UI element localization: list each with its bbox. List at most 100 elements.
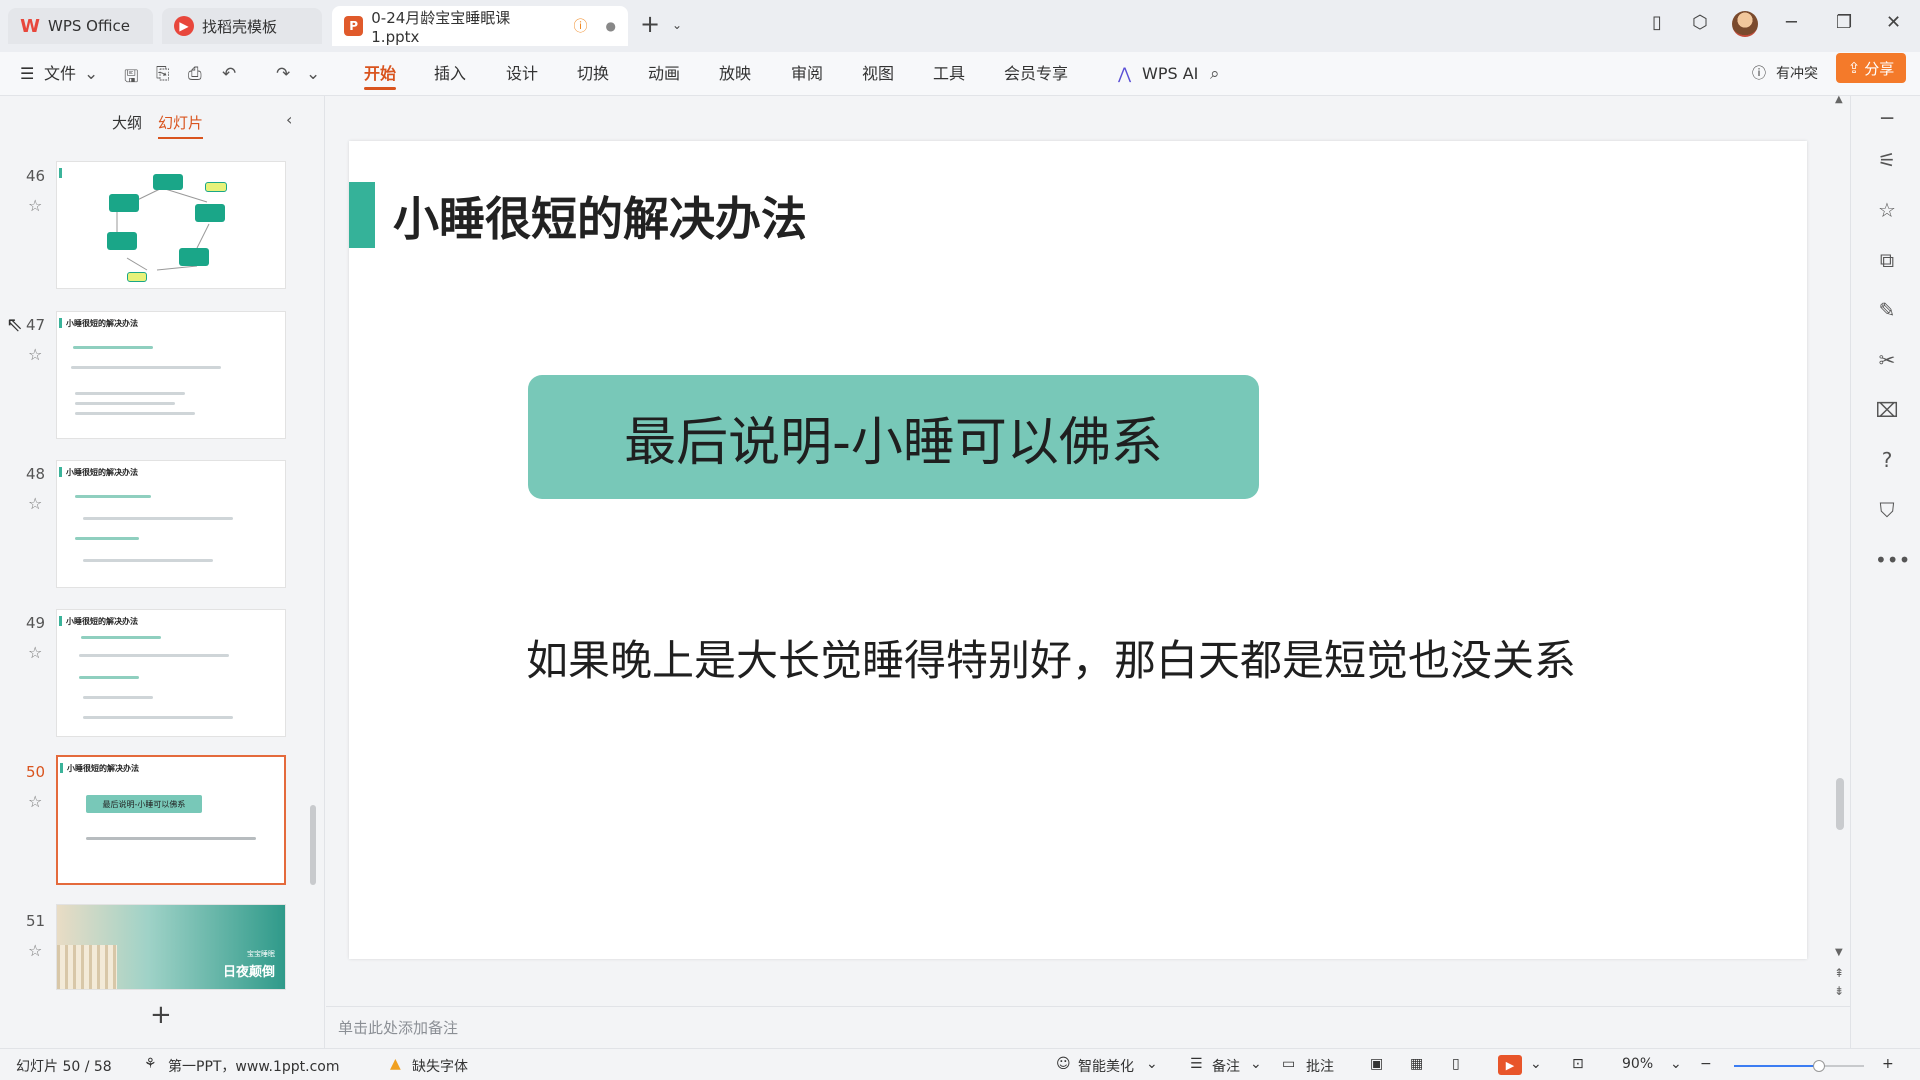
grid-view-icon[interactable]: ▦ — [1410, 1056, 1423, 1072]
panel-scrollbar[interactable] — [310, 805, 316, 885]
normal-view-icon[interactable]: ▣ — [1370, 1056, 1383, 1072]
tools-icon[interactable]: ✂ — [1875, 348, 1899, 372]
star-icon[interactable]: ☆ — [28, 345, 42, 364]
star-icon[interactable]: ☆ — [28, 494, 42, 513]
slide-thumbnail-50[interactable]: 小睡很短的解决办法 最后说明-小睡可以佛系 — [56, 755, 286, 885]
tab-document[interactable]: P 0-24月龄宝宝睡眠课1.pptx ⓘ ● — [332, 6, 628, 46]
slide-thumbnail-51[interactable]: 宝宝睡眠 日夜颠倒 — [56, 904, 286, 990]
comments-button[interactable]: 批注 — [1306, 1056, 1334, 1076]
chevron-down-icon[interactable]: ⌄ — [1146, 1056, 1158, 1072]
chevron-down-icon[interactable]: ⌄ — [672, 18, 682, 32]
tab-design[interactable]: 设计 — [506, 52, 538, 96]
scroll-down-icon[interactable]: ▼ — [1835, 947, 1843, 958]
notes-toggle-button[interactable]: 备注 — [1212, 1056, 1240, 1076]
thumb-title: 小睡很短的解决办法 — [66, 468, 138, 477]
shirt-icon[interactable]: ⛉ — [1875, 498, 1899, 522]
avatar[interactable] — [1732, 11, 1758, 37]
cube-icon[interactable]: ⬡ — [1692, 12, 1708, 33]
zoom-out-icon[interactable]: − — [1700, 1056, 1712, 1072]
design-icon[interactable]: ✎ — [1875, 298, 1899, 322]
file-menu[interactable]: 文件 — [44, 52, 76, 96]
conflict-label[interactable]: 有冲突 — [1776, 52, 1818, 96]
minimize-button[interactable]: ─ — [1786, 12, 1797, 33]
copy-icon[interactable]: ⧉ — [1875, 248, 1899, 272]
tab-home[interactable]: 开始 — [364, 52, 397, 96]
highlight-box[interactable]: 最后说明-小睡可以佛系 — [528, 375, 1259, 499]
chevron-down-icon[interactable]: ⌄ — [306, 64, 320, 84]
slide-thumbnail-46[interactable] — [56, 161, 286, 289]
search-icon[interactable]: ⌕ — [1210, 64, 1220, 84]
star-icon[interactable]: ☆ — [28, 643, 42, 662]
chevron-down-icon[interactable]: ⌄ — [1530, 1056, 1542, 1072]
play-slideshow-button[interactable]: ▶ — [1498, 1055, 1522, 1075]
undo-icon[interactable]: ↶ — [222, 64, 236, 84]
zoom-slider-fill — [1734, 1065, 1819, 1067]
prev-slide-icon[interactable]: ⇞ — [1834, 966, 1844, 980]
tab-insert[interactable]: 插入 — [434, 52, 466, 96]
zoom-in-icon[interactable]: + — [1882, 1056, 1894, 1072]
smart-beautify-button[interactable]: 智能美化 — [1078, 1056, 1134, 1076]
fit-window-icon[interactable]: ⊡ — [1572, 1056, 1584, 1072]
share-button[interactable]: ⇪ 分享 — [1836, 53, 1906, 83]
slide-body-text[interactable]: 如果晚上是大长觉睡得特别好，那白天都是短觉也没关系 — [526, 627, 1576, 688]
restore-button[interactable]: ❐ — [1836, 12, 1852, 33]
tab-review[interactable]: 审阅 — [791, 52, 823, 96]
conflict-icon[interactable]: ⓘ — [1752, 52, 1766, 96]
wps-ai-button[interactable]: WPS AI — [1142, 52, 1198, 96]
collapse-panel-icon[interactable]: ‹ — [286, 110, 292, 129]
more-icon[interactable]: ••• — [1875, 548, 1910, 572]
tab-transitions[interactable]: 切换 — [577, 52, 609, 96]
tab-outline[interactable]: 大纲 — [112, 112, 142, 133]
slide-thumbnail-48[interactable]: 小睡很短的解决办法 — [56, 460, 286, 588]
close-button[interactable]: ✕ — [1886, 12, 1901, 33]
tab-animations[interactable]: 动画 — [648, 52, 680, 96]
tab-wps-office[interactable]: W WPS Office — [8, 8, 153, 44]
thumb-accent-bar — [60, 763, 63, 773]
tab-view[interactable]: 视图 — [862, 52, 894, 96]
beautify-icon: ☺ — [1056, 1056, 1071, 1072]
tab-slides[interactable]: 幻灯片 — [158, 112, 204, 139]
format-painter-icon[interactable]: ⎘ — [156, 64, 170, 84]
new-tab-button[interactable]: + — [640, 10, 660, 38]
redo-icon[interactable]: ↷ — [276, 64, 290, 84]
chevron-down-icon[interactable]: ⌄ — [1670, 1056, 1682, 1072]
pptx-file-icon: P — [344, 16, 364, 36]
reading-view-icon[interactable]: ▯ — [1452, 1056, 1460, 1072]
star-icon[interactable]: ☆ — [28, 792, 42, 811]
next-slide-icon[interactable]: ⇟ — [1834, 984, 1844, 998]
wps-ai-icon[interactable]: ⋀ — [1118, 52, 1131, 96]
notes-placeholder[interactable]: 单击此处添加备注 — [338, 1017, 458, 1038]
hamburger-icon[interactable]: ☰ — [20, 52, 34, 96]
warning-icon[interactable]: ⓘ — [574, 16, 588, 36]
slide-thumbnail-47[interactable]: 小睡很短的解决办法 — [56, 311, 286, 439]
missing-font-button[interactable]: 缺失字体 — [412, 1056, 468, 1076]
scroll-up-icon[interactable]: ▲ — [1835, 94, 1843, 105]
tab-docer-templates[interactable]: ▶ 找稻壳模板 — [162, 8, 322, 44]
tab-slideshow[interactable]: 放映 — [719, 52, 751, 96]
slide-title[interactable]: 小睡很短的解决办法 — [393, 183, 807, 249]
slide-number: 47 — [26, 316, 46, 334]
help-icon[interactable]: ? — [1875, 448, 1899, 472]
chevron-down-icon[interactable]: ⌄ — [84, 64, 98, 84]
tab-member[interactable]: 会员专享 — [1004, 52, 1068, 96]
collapse-icon[interactable]: ─ — [1875, 106, 1899, 130]
layout-icon[interactable]: ▯ — [1652, 12, 1662, 33]
add-slide-button[interactable]: + — [150, 1000, 172, 1030]
print-preview-icon[interactable]: ⎙ — [188, 64, 202, 84]
current-slide[interactable]: 小睡很短的解决办法 最后说明-小睡可以佛系 如果晚上是大长觉睡得特别好，那白天都… — [349, 141, 1807, 959]
tab-tools[interactable]: 工具 — [933, 52, 965, 96]
chevron-down-icon[interactable]: ⌄ — [1250, 1056, 1262, 1072]
zoom-slider-knob[interactable] — [1812, 1060, 1825, 1072]
star-icon[interactable]: ☆ — [1875, 198, 1899, 222]
save-icon[interactable]: 🖫 — [124, 64, 138, 93]
slide-thumbnail-49[interactable]: 小睡很短的解决办法 — [56, 609, 286, 737]
star-icon[interactable]: ☆ — [28, 196, 42, 215]
theme-name[interactable]: 第一PPT，www.1ppt.com — [168, 1056, 339, 1076]
book-icon[interactable]: ⌧ — [1875, 398, 1899, 422]
canvas-scrollbar[interactable] — [1836, 778, 1844, 830]
star-icon[interactable]: ☆ — [28, 941, 42, 960]
zoom-level[interactable]: 90% — [1622, 1056, 1653, 1072]
settings-sliders-icon[interactable]: ⚟ — [1875, 148, 1899, 172]
zoom-slider[interactable] — [1734, 1060, 1864, 1072]
notes-pane[interactable]: 单击此处添加备注 — [326, 1006, 1850, 1048]
